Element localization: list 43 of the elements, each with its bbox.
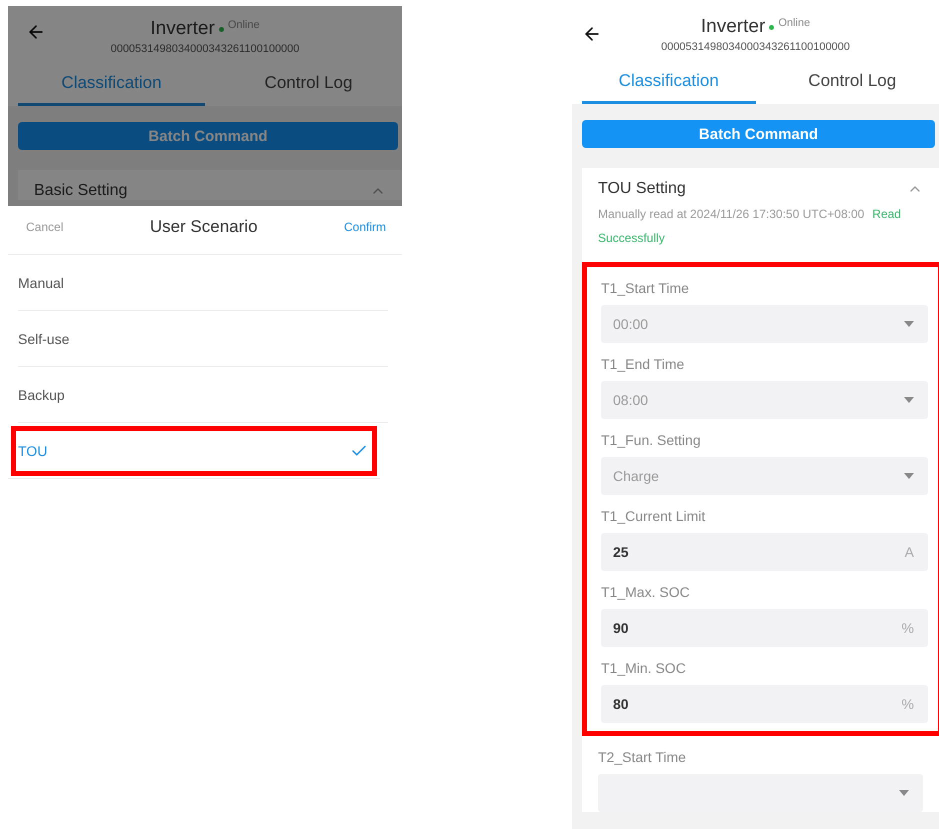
number-field[interactable]: 90 % xyxy=(601,609,928,647)
status-text: Online xyxy=(228,19,260,31)
scenario-option[interactable]: Backup xyxy=(18,367,388,423)
select-field[interactable]: Charge xyxy=(601,457,928,495)
cancel-button[interactable]: Cancel xyxy=(26,220,64,234)
section-title: Basic Setting xyxy=(34,182,128,200)
number-field[interactable]: 80 % xyxy=(601,685,928,723)
select-field[interactable] xyxy=(598,774,923,812)
status-text: Online xyxy=(778,17,810,29)
scenario-option[interactable]: Manual xyxy=(18,255,388,311)
batch-command-button[interactable]: Batch Command xyxy=(582,120,935,148)
field-label: T1_Start Time xyxy=(601,279,690,298)
field-label: T1_Max. SOC xyxy=(601,583,691,602)
unit-label: A xyxy=(904,544,914,560)
dropdown-caret-icon xyxy=(899,790,909,796)
tab[interactable]: Control Log xyxy=(215,67,402,106)
scenario-option[interactable]: Self-use xyxy=(18,311,388,367)
status-dot xyxy=(769,24,774,30)
field-label: T1_Min. SOC xyxy=(601,659,687,678)
select-field[interactable]: 08:00 xyxy=(601,381,928,419)
section-title: TOU Setting xyxy=(598,180,686,198)
unit-label: % xyxy=(902,696,914,712)
field-label: T2_Start Time xyxy=(598,748,687,767)
read-note: Manually read at 2024/11/26 17:30:50 UTC+08:00 Read Successfully xyxy=(598,206,902,247)
device-title: Inverter xyxy=(150,18,215,40)
serial-number: 0000531498034000343261100100000 xyxy=(110,43,300,55)
dropdown-caret-icon xyxy=(904,397,914,403)
tab[interactable]: Control Log xyxy=(766,65,939,104)
dropdown-caret-icon xyxy=(904,473,914,479)
sheet-title: User Scenario xyxy=(150,217,258,237)
unit-label: % xyxy=(902,620,914,636)
field-label: T1_Fun. Setting xyxy=(601,431,702,450)
field-label: T1_End Time xyxy=(601,355,686,374)
number-field[interactable]: 25 A xyxy=(601,533,928,571)
serial-number: 0000531498034000343261100100000 xyxy=(661,41,850,53)
dropdown-caret-icon xyxy=(904,321,914,327)
scenario-option[interactable]: TOU xyxy=(8,423,380,479)
select-field[interactable]: 00:00 xyxy=(601,305,928,343)
status-dot xyxy=(218,26,224,32)
field-label: T1_Current Limit xyxy=(601,507,706,526)
batch-command-button[interactable]: Batch Command xyxy=(18,122,398,150)
device-title: Inverter xyxy=(700,16,766,38)
confirm-button[interactable]: Confirm xyxy=(344,220,386,234)
